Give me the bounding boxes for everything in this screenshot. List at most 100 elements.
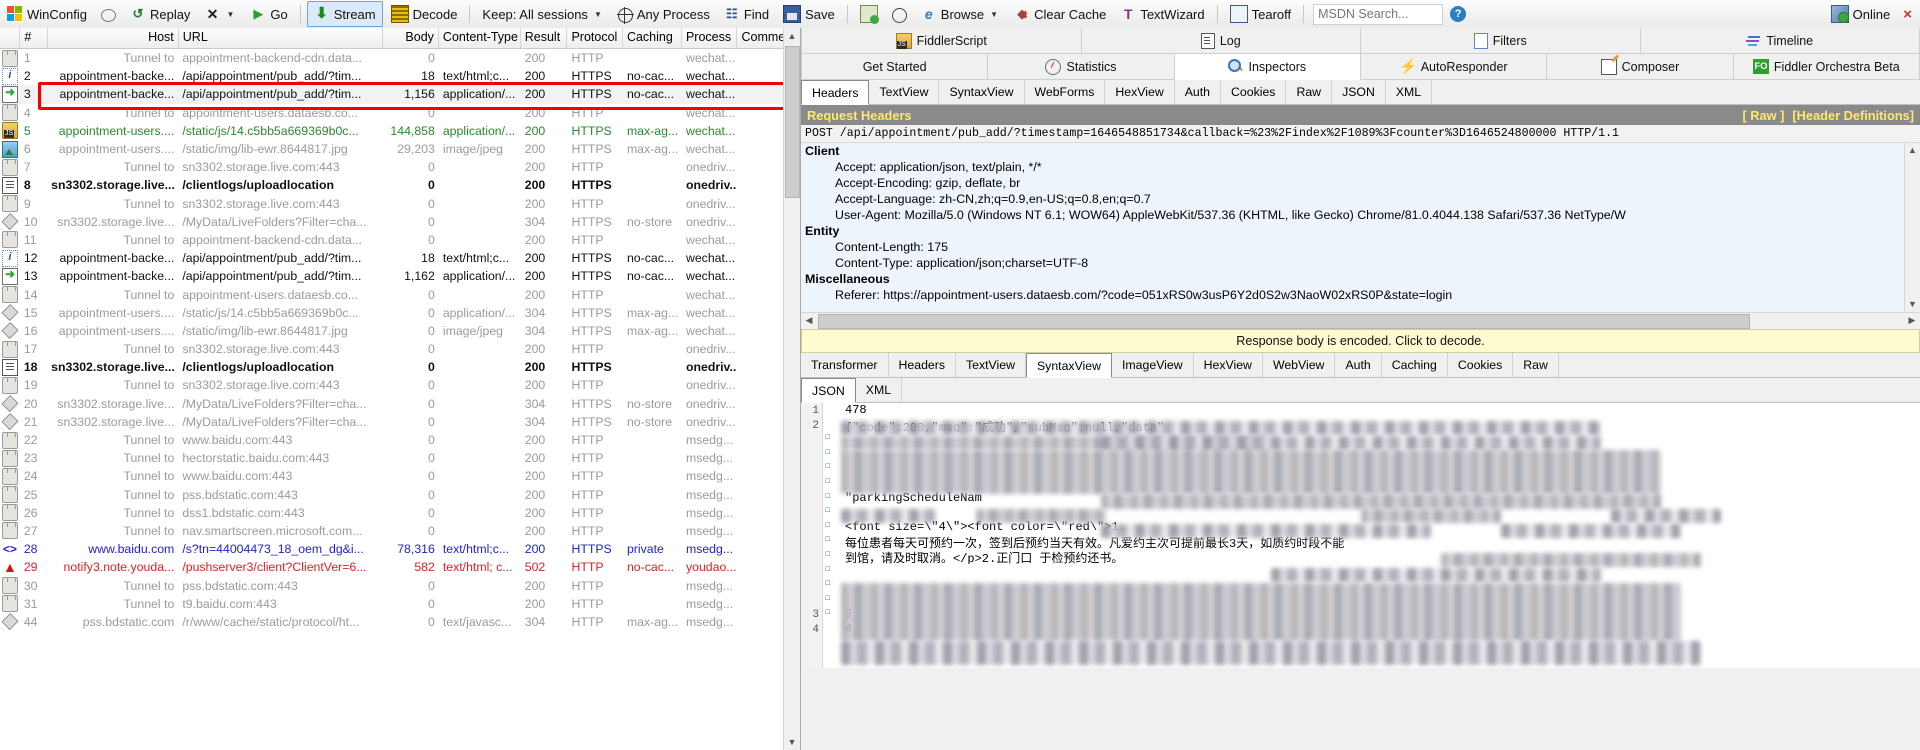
response-tab-auth[interactable]: Auth	[1335, 353, 1381, 377]
tab-log[interactable]: Log	[1082, 28, 1362, 54]
table-row[interactable]: 23 Tunnel to hectorstatic.baidu.com:443 0 20…	[0, 449, 800, 467]
fold-marker-icon[interactable]: ☐	[823, 564, 843, 579]
header-item[interactable]: Accept-Language: zh-CN,zh;q=0.9,en-US;q=…	[801, 191, 1920, 207]
table-row[interactable]: 13 appointment-backe... /api/appointment/p…	[0, 267, 800, 285]
response-tab-imageview[interactable]: ImageView	[1112, 353, 1194, 377]
header-item[interactable]: Accept: application/json, text/plain, */…	[801, 159, 1920, 175]
fold-marker-icon[interactable]	[823, 418, 843, 433]
decode-notice-bar[interactable]: Response body is encoded. Click to decod…	[801, 329, 1920, 353]
header-item[interactable]: Accept-Encoding: gzip, deflate, br	[801, 175, 1920, 191]
request-tab-json[interactable]: JSON	[1332, 80, 1386, 104]
col-header-num[interactable]: #	[20, 28, 47, 48]
table-row[interactable]: 6 appointment-users.... /static/img/lib-ew…	[0, 140, 800, 158]
fold-marker-icon[interactable]: ☐	[823, 549, 843, 564]
fold-marker-icon[interactable]: ☐	[823, 505, 843, 520]
response-tab-transformer[interactable]: Transformer	[801, 353, 889, 377]
scroll-up-icon[interactable]: ▲	[1905, 143, 1920, 158]
col-header-host[interactable]: Host	[48, 28, 179, 48]
replay-button[interactable]: ↺ Replay	[124, 2, 196, 26]
fold-marker-icon[interactable]: ☐	[823, 491, 843, 506]
code-fold-gutter[interactable]: ☐ ☐ ☐ ☐ ☐ ☐ ☐ ☐ ☐ ☐ ☐ ☐ ☐	[823, 403, 843, 668]
table-row[interactable]: 7 Tunnel to sn3302.storage.live.com:443 0 20…	[0, 158, 800, 176]
table-row[interactable]: 18 sn3302.storage.live... /clientlogs/uplo…	[0, 358, 800, 376]
fold-marker-icon[interactable]: ☐	[823, 447, 843, 462]
clear-cache-button[interactable]: ◆ Clear Cache	[1008, 2, 1112, 26]
tab-inspectors[interactable]: Inspectors	[1175, 54, 1361, 80]
fold-marker-icon[interactable]: ☐	[823, 534, 843, 549]
response-tab-raw[interactable]: Raw	[1513, 353, 1559, 377]
tab-composer[interactable]: Composer	[1547, 54, 1733, 80]
response-tab-webview[interactable]: WebView	[1263, 353, 1336, 377]
table-row[interactable]: 4 Tunnel to appointment-users.dataesb.co..…	[0, 104, 800, 122]
fold-marker-icon[interactable]: ☐	[823, 461, 843, 476]
keep-sessions-dropdown[interactable]: Keep: All sessions ▼	[476, 2, 609, 26]
table-row[interactable]: 8 sn3302.storage.live.../clientlogs/uploa…	[0, 176, 800, 194]
response-tab-cookies[interactable]: Cookies	[1448, 353, 1513, 377]
table-row[interactable]: 20 sn3302.storage.live... /MyData/LiveFold…	[0, 395, 800, 413]
fold-marker-icon[interactable]: ☐	[823, 593, 843, 608]
table-row[interactable]: 5 appointment-users.... /static/js/14.c5bb…	[0, 122, 800, 140]
response-tab-headers[interactable]: Headers	[889, 353, 956, 377]
scroll-left-icon[interactable]: ◀	[801, 313, 817, 328]
scrollbar-thumb[interactable]	[818, 314, 1750, 329]
col-header-body[interactable]: Body	[383, 28, 439, 48]
timer-button[interactable]	[886, 2, 913, 26]
chevron-down-icon[interactable]: ▼	[988, 10, 1000, 19]
scroll-right-icon[interactable]: ▶	[1904, 313, 1920, 328]
go-button[interactable]: ▶ Go	[244, 2, 293, 26]
table-row[interactable]: 22 Tunnel to www.baidu.com:443 0 200 HTTP msed…	[0, 431, 800, 449]
winconfig-button[interactable]: WinConfig	[1, 2, 93, 26]
tearoff-button[interactable]: Tearoff	[1224, 2, 1298, 26]
fold-marker-icon[interactable]	[823, 403, 843, 418]
table-row[interactable]: 25 Tunnel to pss.bdstatic.com:443 0 200 HTTP m…	[0, 486, 800, 504]
table-row[interactable]: 14 Tunnel to appointment-users.dataesb.co.…	[0, 285, 800, 303]
textwizard-button[interactable]: T TextWizard	[1114, 2, 1210, 26]
help-button[interactable]: ?	[1444, 2, 1472, 26]
header-item[interactable]: Content-Type: application/json;charset=U…	[801, 255, 1920, 271]
request-tab-cookies[interactable]: Cookies	[1221, 80, 1286, 104]
table-row[interactable]: 3 appointment-backe... /api/appointment/pu…	[0, 85, 800, 103]
col-header-protocol[interactable]: Protocol	[567, 28, 623, 48]
col-header-process[interactable]: Process	[682, 28, 738, 48]
table-row[interactable]: 26 Tunnel to dss1.bdstatic.com:443 0 200 HTTP…	[0, 504, 800, 522]
response-tab-syntaxview[interactable]: SyntaxView	[1026, 353, 1112, 378]
col-header-url[interactable]: URL	[179, 28, 384, 48]
headers-vertical-scrollbar[interactable]: ▲ ▼	[1904, 143, 1920, 312]
col-header-content-type[interactable]: Content-Type	[439, 28, 521, 48]
fold-marker-icon[interactable]: ☐	[823, 520, 843, 535]
chevron-down-icon[interactable]: ▼	[224, 10, 236, 19]
headers-horizontal-scrollbar[interactable]: ◀ ▶	[801, 312, 1920, 329]
screenshot-button[interactable]	[854, 2, 884, 26]
table-row[interactable]: i 12 appointment-backe... /api/appointment/…	[0, 249, 800, 267]
request-tab-textview[interactable]: TextView	[869, 80, 939, 104]
table-row[interactable]: ▲ 29 notify3.note.youda... /pushserver3/cli…	[0, 558, 800, 576]
tab-fiddlerscript[interactable]: FiddlerScript	[801, 28, 1082, 54]
header-item[interactable]: Content-Length: 175	[801, 239, 1920, 255]
table-row[interactable]: 11 Tunnel to appointment-backend-cdn.data.…	[0, 231, 800, 249]
response-tab-textview[interactable]: TextView	[956, 353, 1026, 377]
request-tab-auth[interactable]: Auth	[1175, 80, 1221, 104]
table-row[interactable]: 27 Tunnel to nav.smartscreen.microsoft.com…	[0, 522, 800, 540]
request-tab-raw[interactable]: Raw	[1286, 80, 1332, 104]
header-item[interactable]: Referer: https://appointment-users.datae…	[801, 287, 1920, 303]
table-row[interactable]: 21 sn3302.storage.live... /MyData/LiveFold…	[0, 413, 800, 431]
msdn-search-input[interactable]	[1313, 4, 1443, 25]
scroll-down-icon[interactable]: ▼	[784, 734, 800, 750]
table-row[interactable]: 44 pss.bdstatic.com/r/www/cache/static/pr…	[0, 613, 800, 631]
table-row[interactable]: 1 Tunnel to appointment-backend-cdn.data..…	[0, 49, 800, 67]
request-tab-webforms[interactable]: WebForms	[1025, 80, 1106, 104]
scroll-down-icon[interactable]: ▼	[1905, 297, 1920, 312]
request-tab-headers[interactable]: Headers	[801, 80, 869, 105]
tab-autoresponder[interactable]: ⚡ AutoResponder	[1361, 54, 1547, 80]
tab-get-started[interactable]: Get Started	[801, 54, 988, 80]
request-tab-xml[interactable]: XML	[1386, 80, 1432, 104]
fold-marker-icon[interactable]: ☐	[823, 578, 843, 593]
tab-filters[interactable]: Filters	[1361, 28, 1641, 54]
save-button[interactable]: Save	[777, 2, 841, 26]
browse-button[interactable]: e Browse ▼	[915, 2, 1006, 26]
response-tab-caching[interactable]: Caching	[1382, 353, 1448, 377]
online-status-button[interactable]: Online	[1825, 2, 1897, 26]
decode-button[interactable]: Decode	[385, 2, 464, 26]
table-row[interactable]: <> 28 www.baidu.com/s?tn=44004473_18_oem_d…	[0, 540, 800, 558]
any-process-button[interactable]: Any Process	[612, 2, 716, 26]
